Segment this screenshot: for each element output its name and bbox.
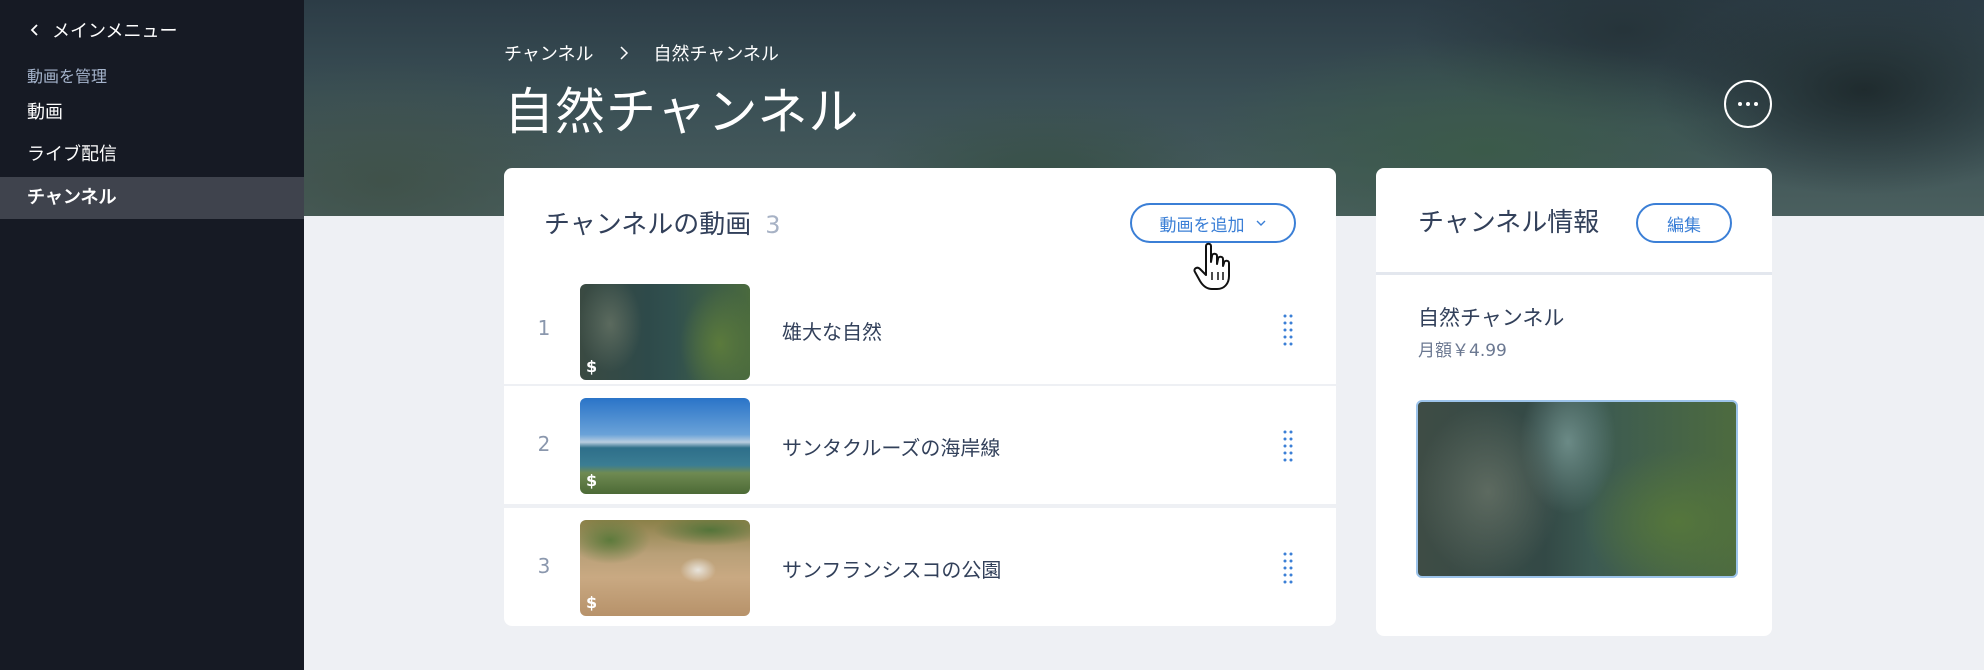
section-label: 動画を管理: [27, 67, 108, 86]
add-video-label: 動画を追加: [1159, 215, 1245, 236]
back-to-main-menu[interactable]: メインメニュー: [26, 17, 177, 43]
more-icon: [1738, 102, 1742, 106]
drag-handle-icon[interactable]: [1283, 314, 1293, 346]
video-row[interactable]: 1 $ 雄大な自然: [504, 276, 1336, 384]
videos-title: チャンネルの動画 3: [544, 204, 781, 241]
video-row-number: 3: [537, 554, 551, 578]
paid-badge: $: [586, 593, 598, 612]
add-video-button[interactable]: 動画を追加: [1130, 203, 1296, 243]
breadcrumb-channels[interactable]: チャンネル: [504, 40, 593, 66]
sidebar-item-live[interactable]: ライブ配信: [0, 134, 304, 176]
channel-info-card: チャンネル情報 編集 自然チャンネル 月額￥4.99: [1376, 168, 1772, 636]
chevron-left-icon: [30, 24, 38, 36]
chevron-down-icon: [1256, 220, 1265, 226]
video-thumbnail[interactable]: $: [580, 284, 750, 380]
sidebar-item-videos[interactable]: 動画: [0, 92, 304, 134]
chevron-right-icon: [620, 46, 629, 60]
edit-button[interactable]: 編集: [1636, 203, 1732, 243]
more-actions-button[interactable]: [1724, 80, 1772, 128]
hand-cursor-icon: [1193, 242, 1230, 290]
video-title: 雄大な自然: [782, 320, 882, 344]
video-row[interactable]: 3 $ サンフランシスコの公園: [504, 508, 1336, 626]
channel-videos-card: チャンネルの動画 3 動画を追加 1 $ 雄大な自然 2 $ サンタクルーズの海…: [504, 168, 1336, 626]
channel-name: 自然チャンネル: [1418, 306, 1565, 330]
breadcrumb-current: 自然チャンネル: [653, 44, 779, 65]
videos-count: 3: [765, 211, 781, 239]
back-label: メインメニュー: [52, 21, 178, 42]
drag-handle-icon[interactable]: [1283, 552, 1293, 584]
video-row[interactable]: 2 $ サンタクルーズの海岸線: [504, 386, 1336, 504]
drag-handle-icon[interactable]: [1283, 430, 1293, 462]
info-title: チャンネル情報: [1418, 208, 1600, 238]
page-title: 自然チャンネル: [504, 83, 860, 141]
channel-cover-image[interactable]: [1416, 400, 1738, 578]
channel-price: 月額￥4.99: [1418, 341, 1507, 361]
videos-title-text: チャンネルの動画: [544, 210, 752, 240]
divider: [1376, 272, 1772, 275]
sidebar-item-channels[interactable]: チャンネル: [0, 177, 304, 219]
video-title: サンタクルーズの海岸線: [782, 436, 1001, 460]
breadcrumb: チャンネル 自然チャンネル: [504, 40, 779, 66]
video-thumbnail[interactable]: $: [580, 520, 750, 616]
video-title: サンフランシスコの公園: [782, 558, 1002, 582]
paid-badge: $: [586, 471, 598, 490]
video-row-number: 2: [537, 432, 551, 456]
video-thumbnail[interactable]: $: [580, 398, 750, 494]
video-row-number: 1: [537, 316, 551, 340]
sidebar: メインメニュー 動画を管理 動画 ライブ配信 チャンネル: [0, 0, 304, 670]
paid-badge: $: [586, 357, 598, 376]
